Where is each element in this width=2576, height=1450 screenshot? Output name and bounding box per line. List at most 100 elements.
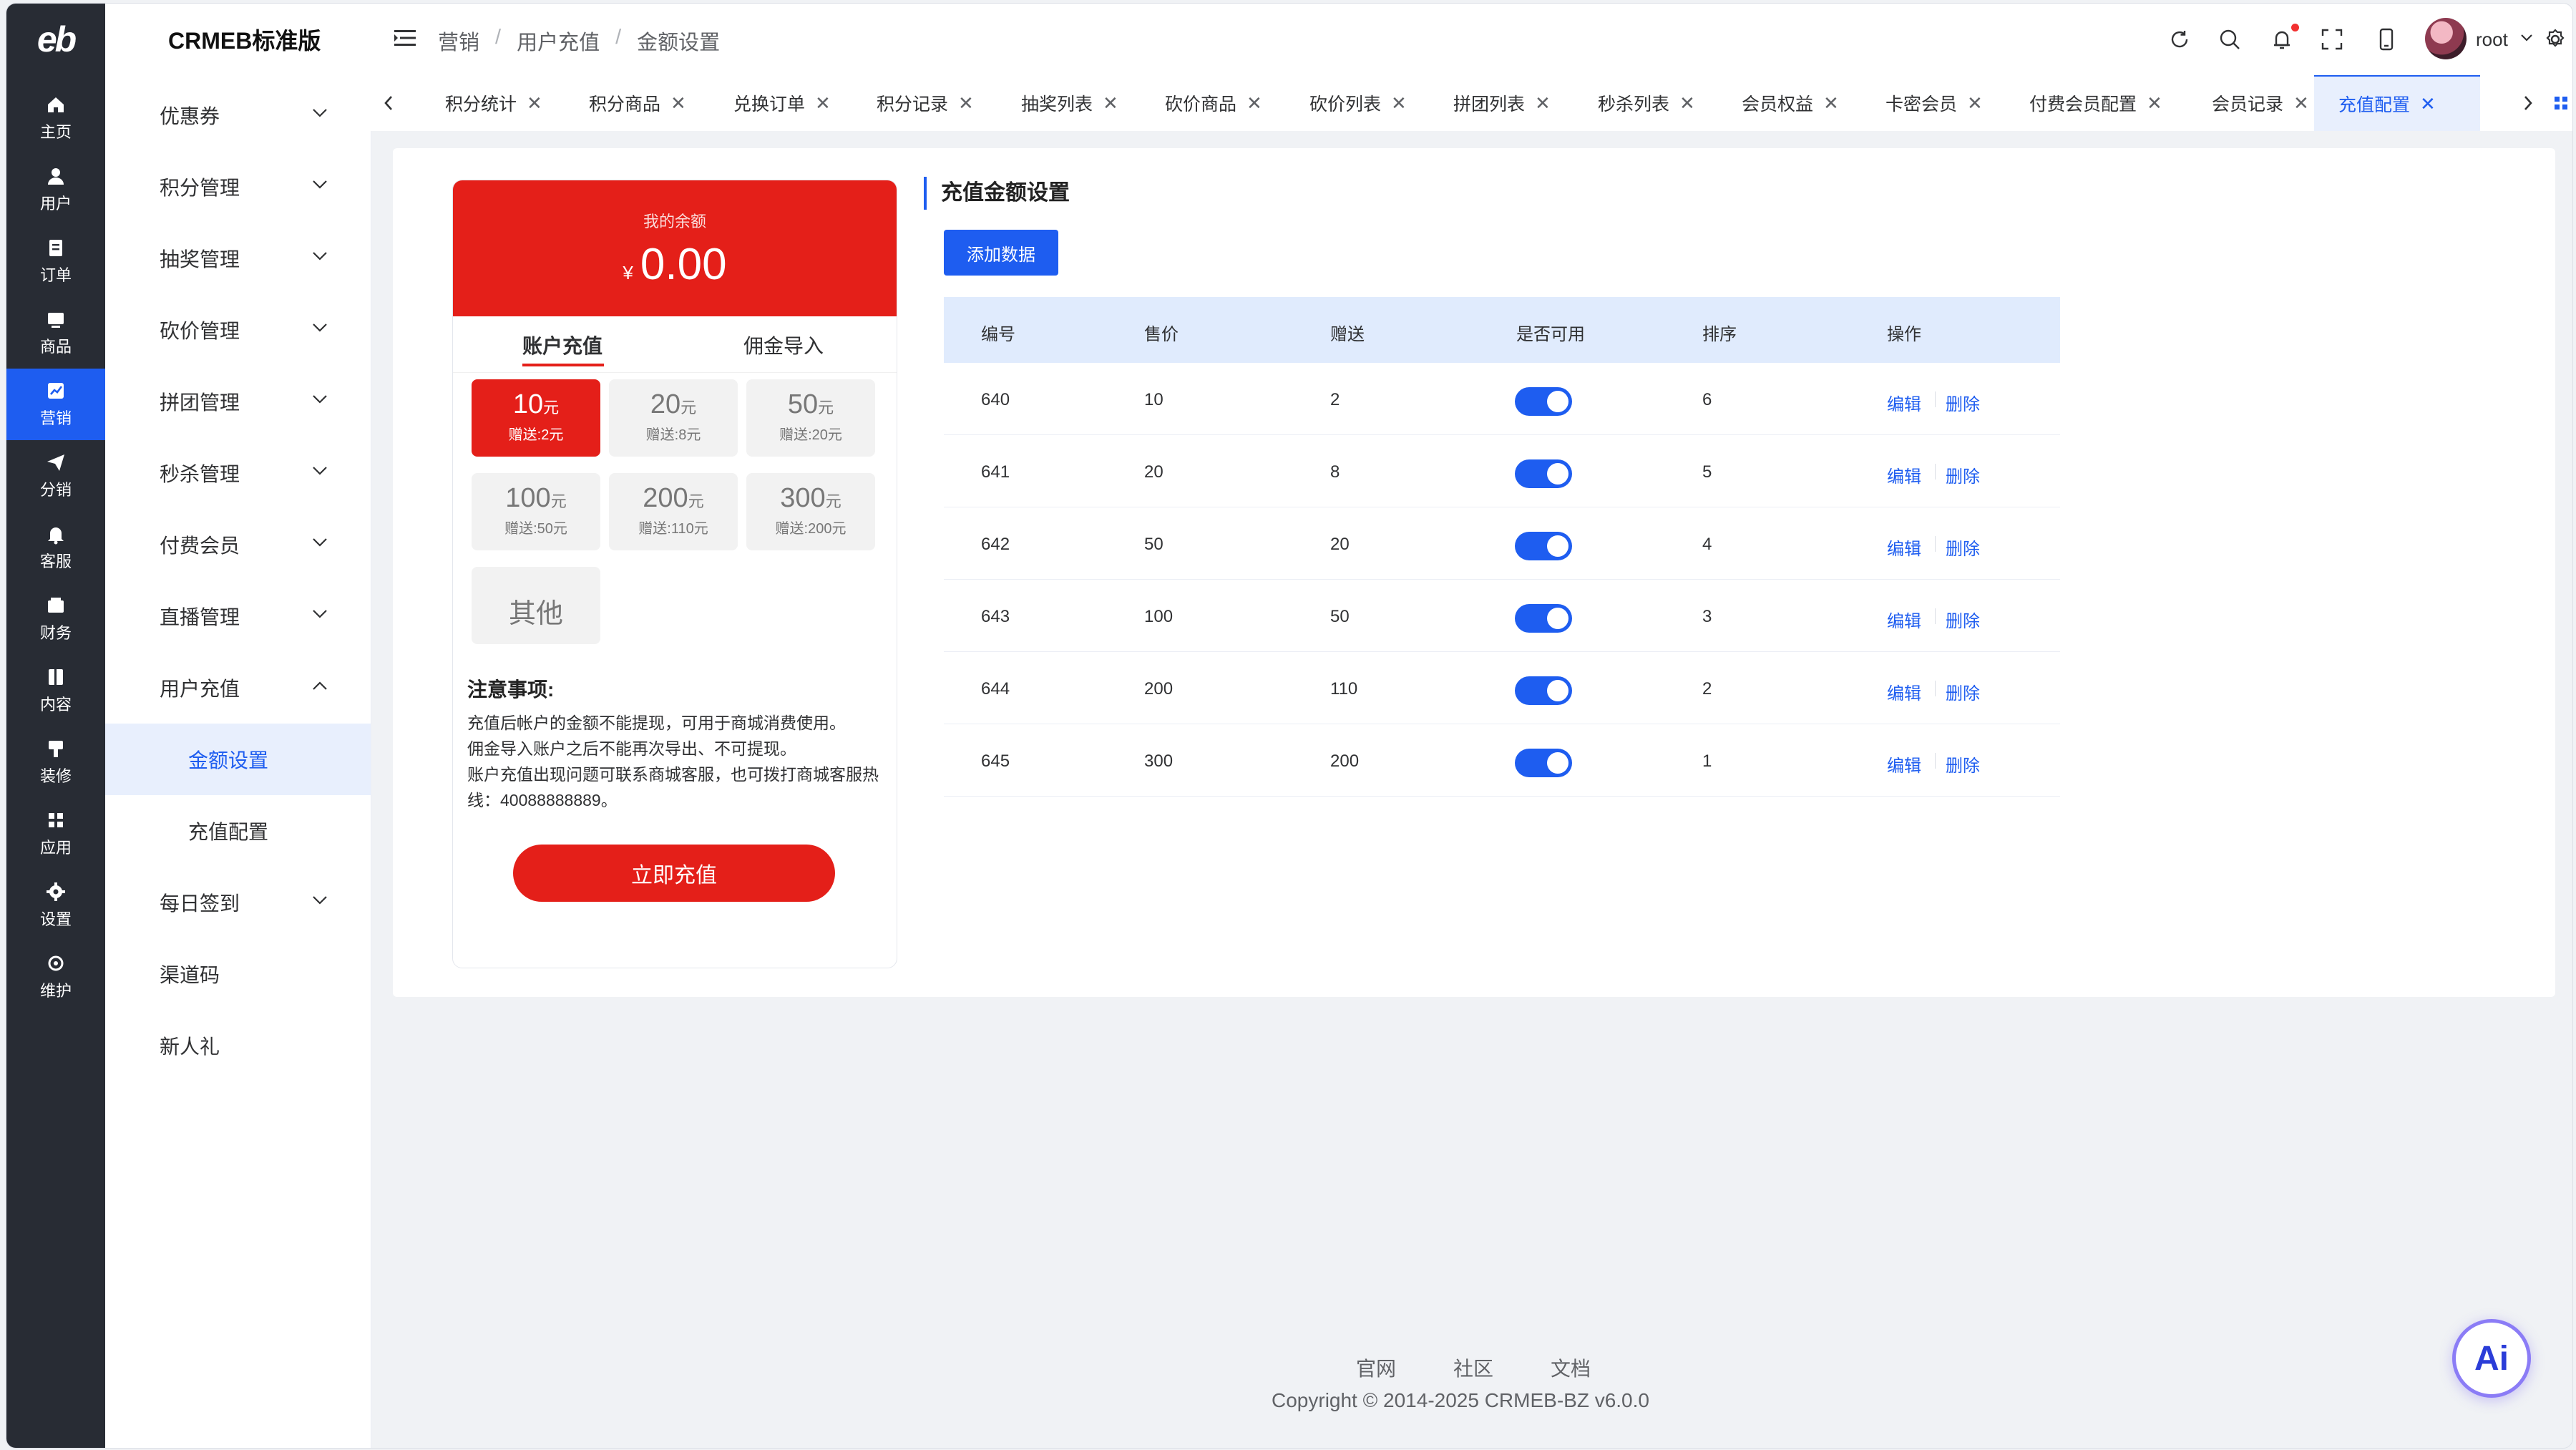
add-data-button[interactable]: 添加数据: [944, 230, 1058, 276]
rail-item-marketing[interactable]: 营销: [6, 369, 105, 440]
amount-option[interactable]: 200元 赠送:110元: [609, 473, 738, 550]
footer-link-docs[interactable]: 文档: [1551, 1353, 1591, 1382]
close-icon[interactable]: ✕: [2420, 93, 2436, 115]
submenu-child-item[interactable]: 金额设置: [105, 724, 371, 795]
edit-link[interactable]: 编辑: [1887, 462, 1921, 487]
tab-item[interactable]: 抽奖列表 ✕: [1021, 75, 1118, 131]
enabled-toggle[interactable]: [1515, 532, 1572, 560]
close-icon[interactable]: ✕: [1535, 92, 1551, 115]
submenu-item[interactable]: 抽奖管理: [105, 223, 371, 294]
breadcrumb-item[interactable]: 用户充值: [517, 26, 600, 56]
avatar[interactable]: [2425, 18, 2467, 59]
app-logo[interactable]: eb: [6, 4, 105, 75]
tab-account-recharge[interactable]: 账户充值: [522, 331, 602, 359]
submenu-item[interactable]: 直播管理: [105, 580, 371, 652]
tab-commission-import[interactable]: 佣金导入: [743, 331, 824, 359]
rail-item-maintenance[interactable]: 维护: [6, 941, 105, 1013]
tab-item[interactable]: 充值配置 ✕: [2314, 75, 2480, 131]
bell-icon[interactable]: [2270, 27, 2294, 52]
breadcrumb-item[interactable]: 营销: [438, 26, 479, 56]
delete-link[interactable]: 删除: [1946, 751, 1980, 777]
tab-item[interactable]: 积分记录 ✕: [877, 75, 974, 131]
submenu-item[interactable]: 砍价管理: [105, 294, 371, 366]
ai-assistant-button[interactable]: Ai: [2452, 1319, 2531, 1398]
user-name[interactable]: root: [2476, 29, 2508, 51]
submenu-item[interactable]: 付费会员: [105, 509, 371, 580]
delete-link[interactable]: 删除: [1946, 390, 1980, 415]
close-icon[interactable]: ✕: [1391, 92, 1407, 115]
mobile-icon[interactable]: [2374, 27, 2399, 52]
edit-link[interactable]: 编辑: [1887, 535, 1921, 560]
tab-item[interactable]: 秒杀列表 ✕: [1598, 75, 1695, 131]
close-icon[interactable]: ✕: [958, 92, 974, 115]
submenu-item[interactable]: 积分管理: [105, 151, 371, 223]
rail-item-order[interactable]: 订单: [6, 225, 105, 297]
close-icon[interactable]: ✕: [527, 92, 542, 115]
amount-option[interactable]: 20元 赠送:8元: [609, 379, 738, 457]
refresh-icon[interactable]: [2167, 27, 2192, 52]
tab-item[interactable]: 拼团列表 ✕: [1453, 75, 1551, 131]
enabled-toggle[interactable]: [1515, 604, 1572, 633]
tab-item[interactable]: 积分统计 ✕: [445, 75, 542, 131]
tab-item[interactable]: 砍价商品 ✕: [1165, 75, 1262, 131]
edit-link[interactable]: 编辑: [1887, 751, 1921, 777]
submenu-child-item[interactable]: 充值配置: [105, 795, 371, 867]
edit-link[interactable]: 编辑: [1887, 679, 1921, 704]
tab-item[interactable]: 卡密会员 ✕: [1885, 75, 1983, 131]
footer-link-official[interactable]: 官网: [1356, 1353, 1396, 1382]
search-icon[interactable]: [2218, 27, 2242, 52]
submenu-item[interactable]: 优惠券: [105, 79, 371, 151]
submenu-item[interactable]: 渠道码: [105, 938, 371, 1010]
enabled-toggle[interactable]: [1515, 749, 1572, 777]
rail-item-brush[interactable]: 装修: [6, 726, 105, 798]
amount-option[interactable]: 300元 赠送:200元: [746, 473, 875, 550]
recharge-now-button[interactable]: 立即充值: [513, 845, 835, 902]
tab-item[interactable]: 会员权益 ✕: [1742, 75, 1839, 131]
close-icon[interactable]: ✕: [2293, 92, 2309, 115]
chevron-left-icon[interactable]: [378, 92, 399, 114]
amount-option[interactable]: 100元 赠送:50元: [472, 473, 600, 550]
edit-link[interactable]: 编辑: [1887, 390, 1921, 415]
rail-item-apps[interactable]: 应用: [6, 798, 105, 870]
tab-item[interactable]: 付费会员配置 ✕: [2029, 75, 2162, 131]
close-icon[interactable]: ✕: [1823, 92, 1839, 115]
close-icon[interactable]: ✕: [670, 92, 686, 115]
submenu-item[interactable]: 每日签到: [105, 867, 371, 938]
rail-item-gear[interactable]: 设置: [6, 870, 105, 941]
footer-link-community[interactable]: 社区: [1453, 1353, 1493, 1382]
tab-item[interactable]: 砍价列表 ✕: [1309, 75, 1407, 131]
rail-item-bell[interactable]: 客服: [6, 512, 105, 583]
grid-icon[interactable]: [2550, 92, 2572, 114]
gear-icon[interactable]: [2543, 27, 2567, 52]
amount-option[interactable]: 10元 赠送:2元: [472, 379, 600, 457]
chevron-down-icon[interactable]: [2520, 34, 2533, 42]
submenu-item[interactable]: 新人礼: [105, 1010, 371, 1081]
amount-option[interactable]: 50元 赠送:20元: [746, 379, 875, 457]
delete-link[interactable]: 删除: [1946, 535, 1980, 560]
rail-item-send[interactable]: 分销: [6, 440, 105, 512]
submenu-item[interactable]: 秒杀管理: [105, 437, 371, 509]
rail-item-goods[interactable]: 商品: [6, 297, 105, 369]
rail-item-wallet[interactable]: 财务: [6, 583, 105, 655]
edit-link[interactable]: 编辑: [1887, 607, 1921, 632]
rail-item-book[interactable]: 内容: [6, 655, 105, 726]
rail-item-home[interactable]: 主页: [6, 82, 105, 154]
submenu-item[interactable]: 拼团管理: [105, 366, 371, 437]
fullscreen-icon[interactable]: [2320, 27, 2344, 52]
close-icon[interactable]: ✕: [2147, 92, 2162, 115]
delete-link[interactable]: 删除: [1946, 679, 1980, 704]
enabled-toggle[interactable]: [1515, 676, 1572, 705]
close-icon[interactable]: ✕: [1246, 92, 1262, 115]
delete-link[interactable]: 删除: [1946, 607, 1980, 632]
close-icon[interactable]: ✕: [1679, 92, 1695, 115]
amount-option-other[interactable]: 其他: [472, 567, 600, 644]
close-icon[interactable]: ✕: [1967, 92, 1983, 115]
chevron-right-icon[interactable]: [2517, 92, 2539, 114]
tab-item[interactable]: 积分商品 ✕: [589, 75, 686, 131]
tab-item[interactable]: 会员记录 ✕: [2212, 75, 2309, 131]
rail-item-user[interactable]: 用户: [6, 154, 105, 225]
submenu-item[interactable]: 用户充值: [105, 652, 371, 724]
tab-item[interactable]: 兑换订单 ✕: [733, 75, 831, 131]
enabled-toggle[interactable]: [1515, 459, 1572, 488]
enabled-toggle[interactable]: [1515, 387, 1572, 416]
